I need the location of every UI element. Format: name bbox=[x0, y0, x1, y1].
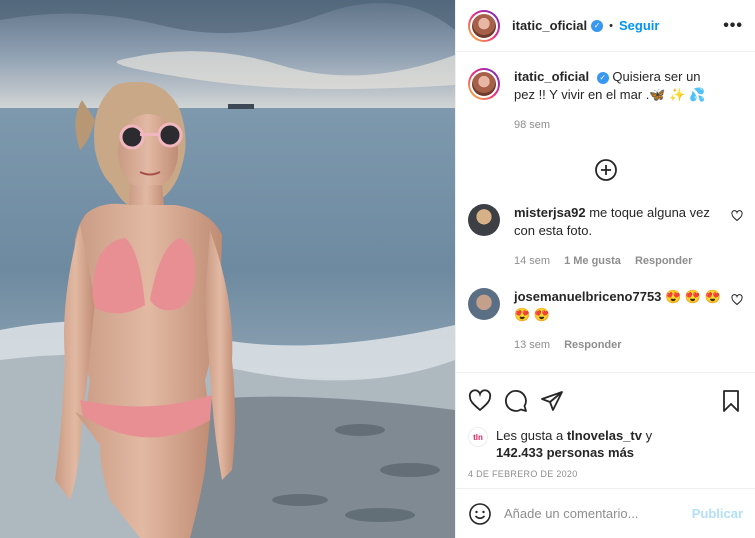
post-side-panel: itatic_oficial ✓ • Seguir ••• itatic_ofi… bbox=[455, 0, 755, 538]
verified-badge-icon: ✓ bbox=[591, 19, 604, 32]
comment-username[interactable]: misterjsa92 bbox=[514, 205, 586, 220]
comment-item: misterjsa92 me toque alguna vez con esta… bbox=[468, 204, 743, 270]
heart-icon[interactable] bbox=[731, 210, 743, 222]
commenter-avatar[interactable] bbox=[468, 288, 500, 320]
load-more-comments[interactable] bbox=[468, 158, 743, 182]
like-heart-icon[interactable] bbox=[468, 389, 492, 413]
comment-input[interactable] bbox=[504, 506, 692, 521]
share-paper-plane-icon[interactable] bbox=[540, 389, 564, 413]
post-modal: itatic_oficial ✓ • Seguir ••• itatic_ofi… bbox=[0, 0, 755, 538]
comment-item: josemanuelbriceno7753 😍 😍 😍 😍 😍 13 sem R… bbox=[468, 288, 743, 354]
more-options-icon[interactable]: ••• bbox=[723, 17, 743, 35]
author-avatar[interactable] bbox=[468, 9, 500, 42]
beach-photo-illustration bbox=[0, 0, 455, 538]
likes-prefix: Les gusta a bbox=[496, 428, 564, 443]
reply-button[interactable]: Responder bbox=[564, 336, 621, 354]
heart-icon[interactable] bbox=[731, 294, 743, 306]
publish-button[interactable]: Publicar bbox=[692, 506, 743, 521]
verified-badge-icon: ✓ bbox=[596, 71, 609, 84]
plus-circle-icon[interactable] bbox=[594, 158, 618, 182]
author-username[interactable]: itatic_oficial bbox=[512, 18, 587, 33]
caption: itatic_oficial ✓ Quisiera ser un pez !! … bbox=[468, 68, 743, 134]
comment-time[interactable]: 14 sem bbox=[514, 252, 550, 270]
post-date[interactable]: 4 DE FEBRERO DE 2020 bbox=[468, 469, 743, 479]
bookmark-icon[interactable] bbox=[719, 389, 743, 413]
liker-avatar[interactable]: tln bbox=[468, 427, 488, 447]
post-header: itatic_oficial ✓ • Seguir ••• bbox=[456, 0, 755, 52]
follow-button[interactable]: Seguir bbox=[619, 18, 659, 33]
action-bar bbox=[468, 383, 743, 419]
comment-time[interactable]: 13 sem bbox=[514, 336, 550, 354]
likes-count[interactable]: 142.433 personas más bbox=[496, 445, 634, 460]
post-actions: tln Les gusta a tlnovelas_tv y 142.433 p… bbox=[456, 372, 755, 538]
comment-likes[interactable]: 1 Me gusta bbox=[564, 252, 621, 270]
caption-username[interactable]: itatic_oficial bbox=[514, 69, 589, 84]
commenter-avatar[interactable] bbox=[468, 204, 500, 236]
comments-list[interactable]: itatic_oficial ✓ Quisiera ser un pez !! … bbox=[456, 52, 755, 372]
likes-and: y bbox=[645, 428, 653, 443]
reply-button[interactable]: Responder bbox=[635, 252, 692, 270]
comment-username[interactable]: josemanuelbriceno7753 bbox=[514, 289, 661, 304]
caption-avatar[interactable] bbox=[468, 68, 500, 100]
likes-summary: tln Les gusta a tlnovelas_tv y 142.433 p… bbox=[468, 427, 743, 461]
emoji-icon[interactable] bbox=[468, 502, 492, 526]
comment-bubble-icon[interactable] bbox=[504, 389, 528, 413]
liker-username[interactable]: tlnovelas_tv bbox=[567, 428, 642, 443]
post-photo[interactable] bbox=[0, 0, 455, 538]
caption-time[interactable]: 98 sem bbox=[514, 116, 550, 134]
header-separator: • bbox=[609, 19, 613, 32]
add-comment-bar: Publicar bbox=[456, 488, 755, 538]
